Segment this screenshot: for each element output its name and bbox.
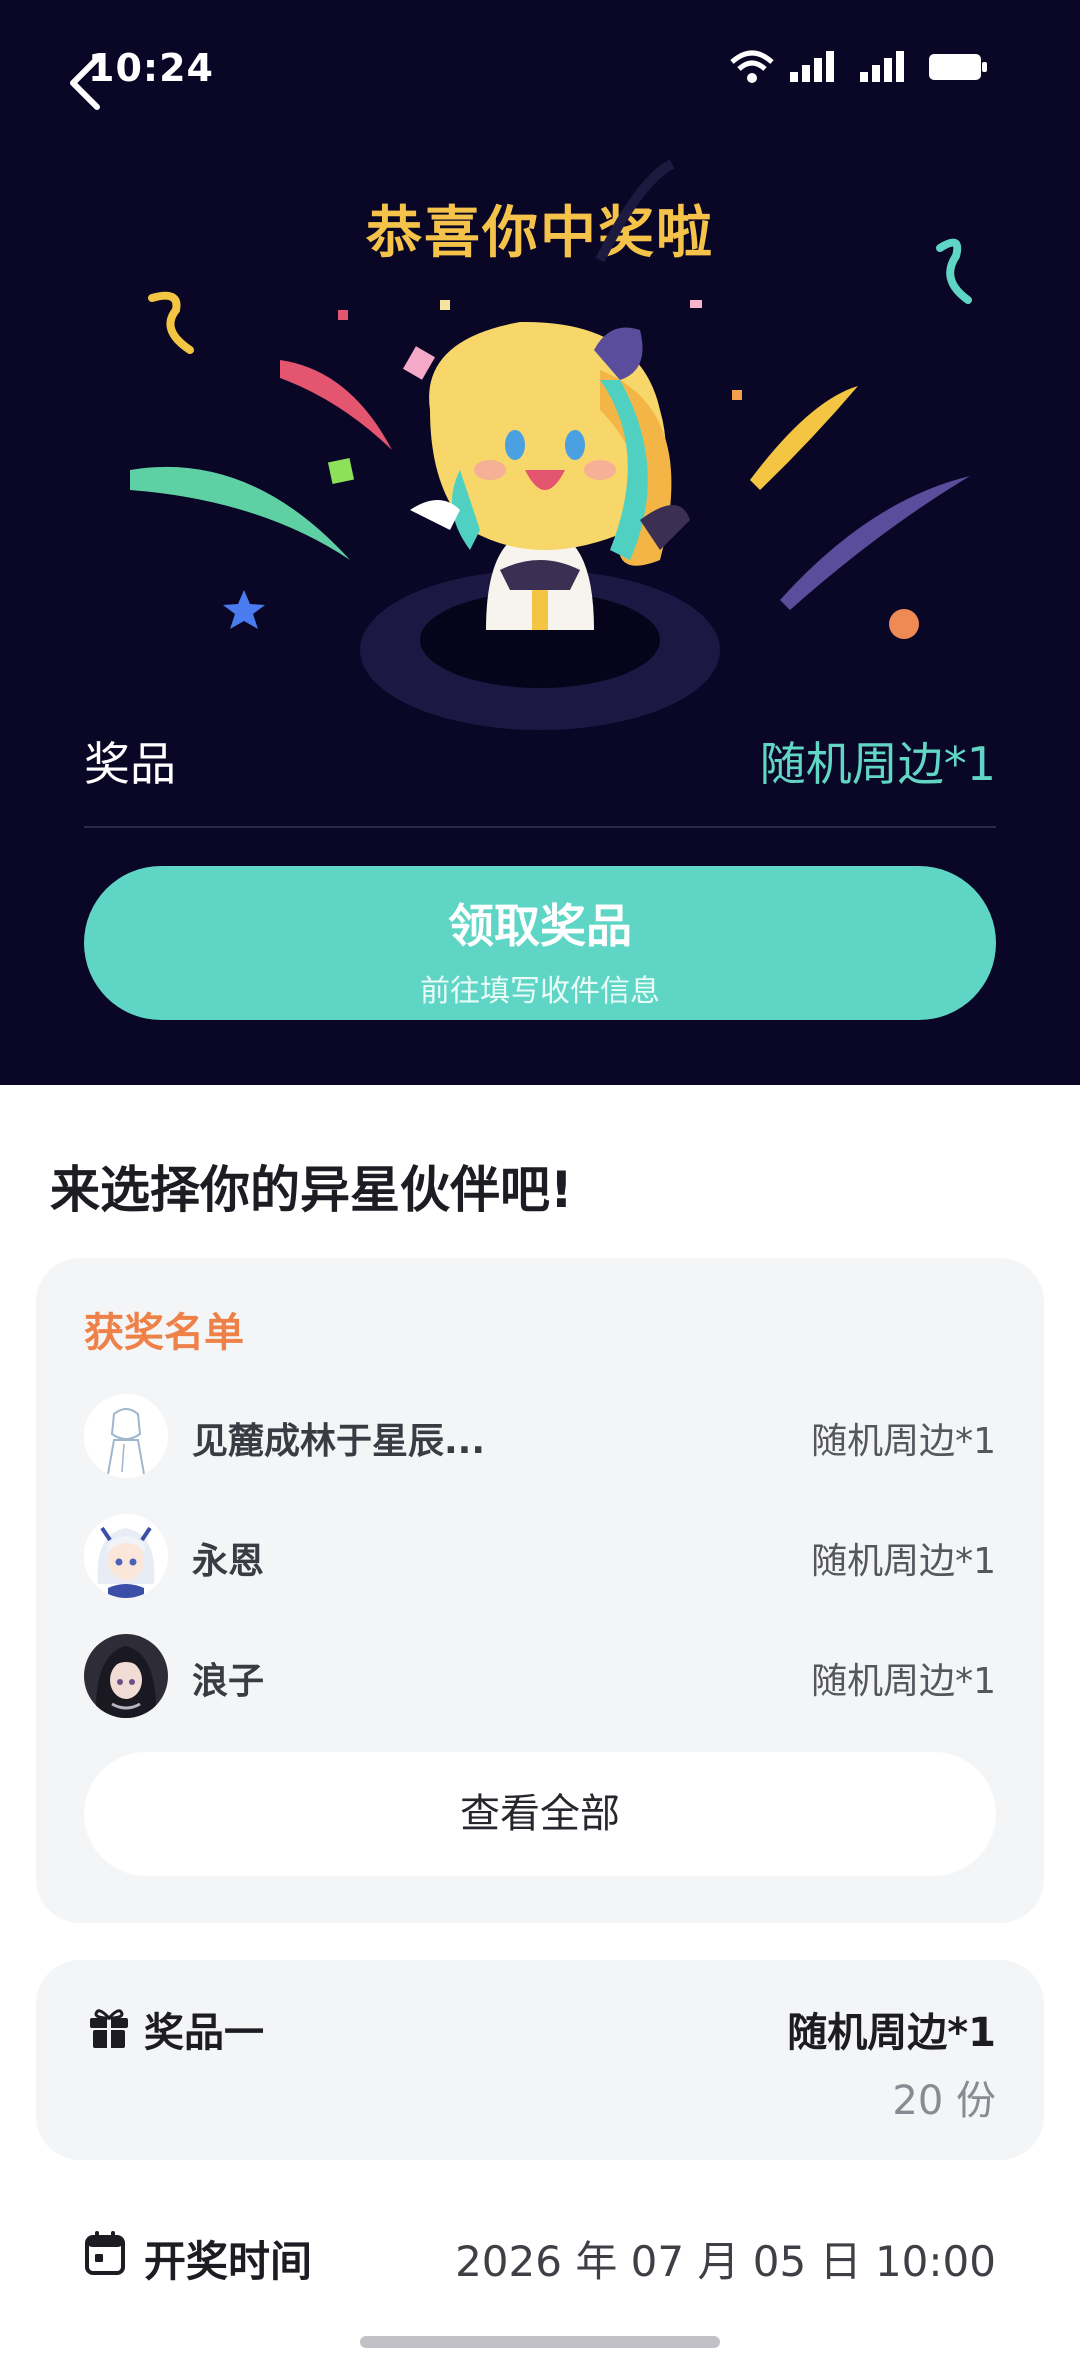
prize-card-value: 随机周边*1 bbox=[787, 2010, 996, 2056]
claim-button-title: 领取奖品 bbox=[448, 899, 632, 953]
prize-info-card: 奖品一 随机周边*1 20 份 bbox=[36, 1960, 1044, 2160]
winners-heading: 获奖名单 bbox=[84, 1310, 244, 1356]
prize-hero: 10:24 恭喜你中奖啦 奖品 随机周边*1 领取奖品 前往填写收件信息 bbox=[0, 0, 1080, 1085]
signal-icon-2 bbox=[860, 51, 904, 82]
avatar-anime-white-hair-image bbox=[84, 1514, 168, 1598]
winners-card: 获奖名单 见麓成林于星辰... 随机周边*1 永恩 随机周边*1 浪子 随机周边… bbox=[36, 1258, 1044, 1923]
draw-time-label: 开奖时间 bbox=[144, 2237, 313, 2286]
squiggle-yellow bbox=[148, 291, 194, 354]
confetti-purple bbox=[780, 476, 970, 610]
wifi-icon bbox=[730, 50, 774, 83]
gift-icon bbox=[90, 2009, 128, 2048]
prize-value: 随机周边*1 bbox=[759, 737, 996, 791]
calendar-icon bbox=[85, 2231, 125, 2275]
confetti-green bbox=[130, 466, 350, 560]
avatar-sketch-image bbox=[84, 1394, 168, 1478]
chevron-left-icon bbox=[70, 56, 100, 110]
winner-name: 浪子 bbox=[192, 1661, 265, 1702]
winner-row[interactable]: 见麓成林于星辰... 随机周边*1 bbox=[84, 1394, 996, 1478]
avatar bbox=[84, 1634, 168, 1718]
claim-prize-button[interactable]: 领取奖品 前往填写收件信息 bbox=[84, 866, 996, 1020]
battery-icon bbox=[929, 54, 987, 80]
back-button[interactable] bbox=[50, 48, 120, 118]
confetti-dot bbox=[889, 609, 919, 639]
view-all-button[interactable]: 查看全部 bbox=[84, 1752, 996, 1876]
status-bar: 10:24 bbox=[0, 40, 1080, 96]
draw-time-value: 2026 年 07 月 05 日 10:00 bbox=[455, 2237, 996, 2286]
section-title: 来选择你的异星伙伴吧! bbox=[50, 1161, 573, 1219]
winner-row[interactable]: 永恩 随机周边*1 bbox=[84, 1514, 996, 1598]
squiggle-teal bbox=[936, 238, 972, 304]
winner-prize: 随机周边*1 bbox=[811, 1421, 996, 1462]
status-icons bbox=[730, 50, 988, 84]
avatar-anime-dark-hair-image bbox=[84, 1634, 168, 1718]
avatar bbox=[84, 1514, 168, 1598]
winner-name: 见麓成林于星辰... bbox=[192, 1421, 486, 1462]
confetti-yellow bbox=[750, 386, 858, 490]
signal-icon bbox=[790, 51, 834, 82]
star-icon bbox=[223, 590, 265, 629]
home-indicator[interactable] bbox=[360, 2336, 720, 2348]
winner-row[interactable]: 浪子 随机周边*1 bbox=[84, 1634, 996, 1718]
winner-prize: 随机周边*1 bbox=[811, 1661, 996, 1702]
confetti-red bbox=[280, 360, 392, 450]
prize-card-count: 20 份 bbox=[892, 2078, 996, 2124]
prize-label: 奖品 bbox=[84, 737, 176, 791]
winner-prize: 随机周边*1 bbox=[811, 1541, 996, 1582]
claim-button-subtitle: 前往填写收件信息 bbox=[420, 974, 660, 1009]
avatar bbox=[84, 1394, 168, 1478]
celebration-illustration bbox=[130, 159, 972, 730]
prize-row: 奖品 随机周边*1 bbox=[84, 728, 996, 828]
winner-name: 永恩 bbox=[192, 1541, 265, 1582]
prize-card-label: 奖品一 bbox=[144, 2010, 264, 2056]
draw-time-row: 开奖时间 2026 年 07 月 05 日 10:00 bbox=[84, 2220, 996, 2290]
